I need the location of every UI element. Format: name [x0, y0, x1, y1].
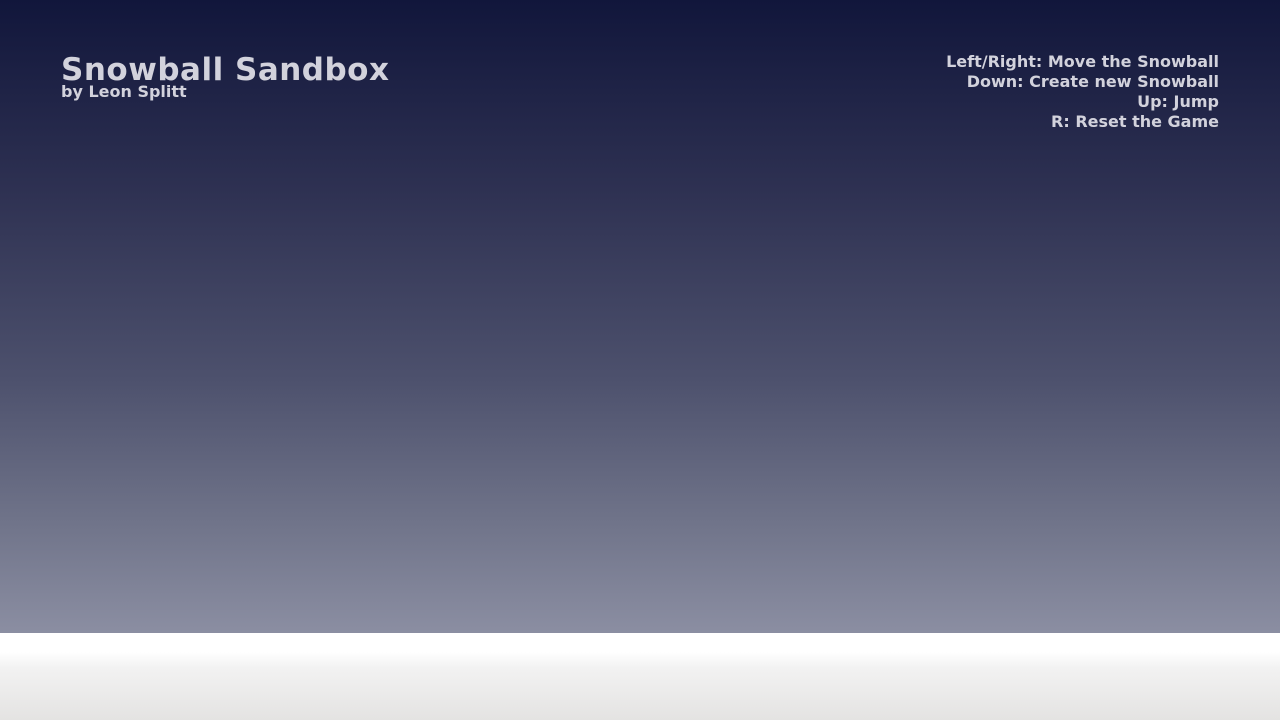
snow-ground	[0, 633, 1280, 720]
control-create-hint: Down: Create new Snowball	[966, 72, 1219, 91]
title-block: Snowball Sandbox by Leon Splitt	[61, 52, 389, 101]
control-move-hint: Left/Right: Move the Snowball	[946, 52, 1219, 71]
controls-help: Left/Right: Move the Snowball Down: Crea…	[946, 52, 1219, 132]
control-reset-hint: R: Reset the Game	[1051, 112, 1219, 131]
control-jump-hint: Up: Jump	[1137, 92, 1219, 111]
